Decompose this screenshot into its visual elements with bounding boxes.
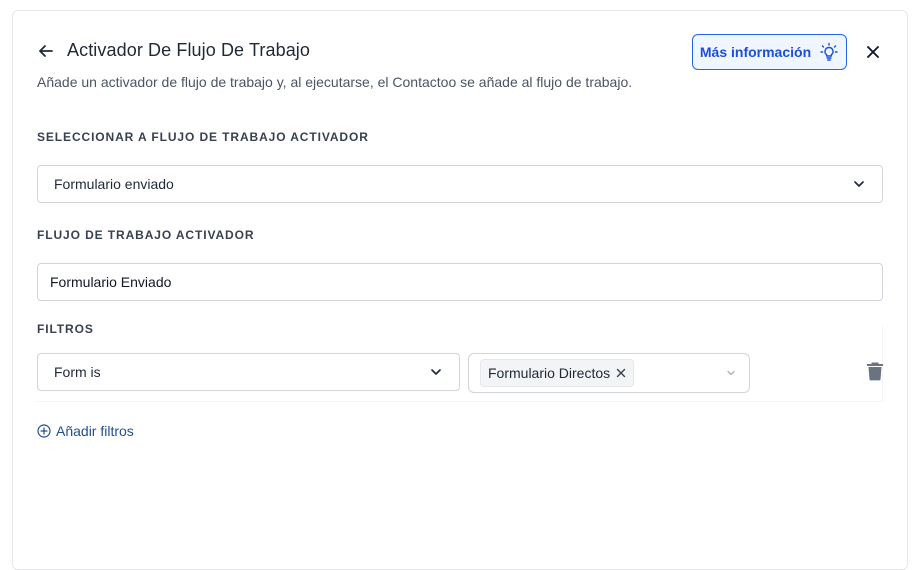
filter-field-value: Form is bbox=[54, 364, 101, 380]
trigger-name-input[interactable] bbox=[37, 263, 883, 301]
add-circle-icon bbox=[37, 424, 51, 438]
page-subtitle: Añade un activador de flujo de trabajo y… bbox=[37, 74, 633, 90]
filter-value-tag: Formulario Directos bbox=[480, 359, 635, 387]
filter-value-select[interactable]: Formulario Directos bbox=[468, 353, 750, 393]
more-info-button[interactable]: Más información bbox=[692, 34, 847, 70]
lightbulb-icon bbox=[820, 42, 838, 61]
filter-field-select[interactable]: Form is bbox=[37, 353, 460, 391]
filter-value-tag-label: Formulario Directos bbox=[488, 365, 611, 381]
close-button[interactable] bbox=[864, 43, 882, 61]
chevron-down-icon bbox=[431, 369, 441, 375]
arrow-left-icon bbox=[39, 45, 53, 57]
chevron-down-icon bbox=[854, 181, 864, 187]
back-button[interactable] bbox=[36, 41, 56, 61]
trigger-type-select[interactable]: Formulario enviado bbox=[37, 165, 883, 203]
delete-filter-button[interactable] bbox=[864, 360, 886, 382]
add-filter-label: Añadir filtros bbox=[56, 423, 134, 439]
trigger-select-label: SELECCIONAR A FLUJO DE TRABAJO ACTIVADOR bbox=[37, 130, 369, 144]
trigger-name-label: FLUJO DE TRABAJO ACTIVADOR bbox=[37, 228, 255, 242]
trash-icon bbox=[867, 362, 883, 381]
chevron-down-icon bbox=[727, 370, 735, 376]
close-icon bbox=[867, 46, 879, 58]
add-filter-button[interactable]: Añadir filtros bbox=[37, 423, 134, 439]
more-info-label: Más información bbox=[699, 44, 812, 60]
close-icon bbox=[616, 368, 626, 378]
remove-tag-button[interactable] bbox=[616, 368, 626, 378]
trigger-type-value: Formulario enviado bbox=[54, 176, 174, 192]
page-title: Activador De Flujo De Trabajo bbox=[67, 40, 311, 60]
